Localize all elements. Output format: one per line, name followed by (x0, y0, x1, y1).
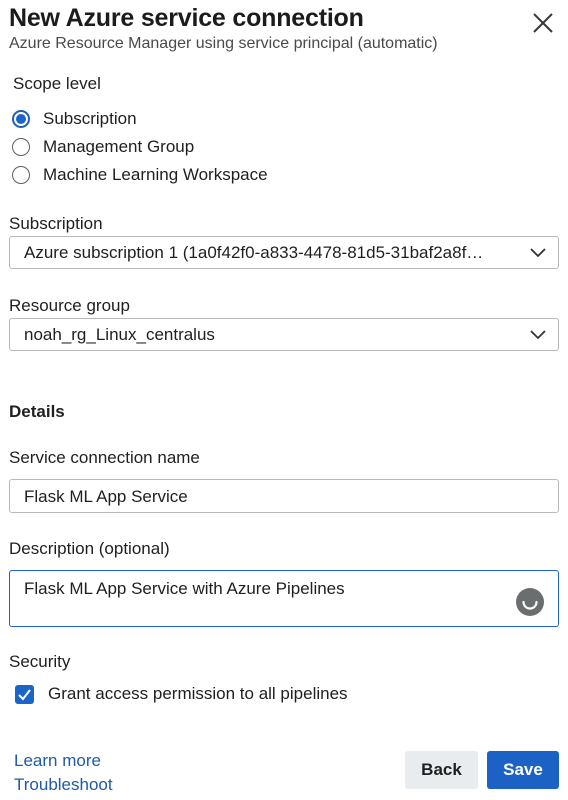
radio-management-group[interactable]: Management Group (12, 135, 194, 159)
troubleshoot-link[interactable]: Troubleshoot (14, 775, 113, 795)
checkmark-icon (18, 688, 31, 701)
service-connection-name-value: Flask ML App Service (24, 487, 188, 506)
service-connection-name-field[interactable]: Flask ML App Service (9, 479, 559, 513)
dialog-subtitle: Azure Resource Manager using service pri… (9, 35, 438, 52)
save-button[interactable]: Save (487, 751, 559, 789)
close-icon (533, 13, 553, 33)
radio-label-management-group: Management Group (43, 137, 195, 156)
chevron-down-icon (530, 248, 546, 258)
radio-ml-workspace[interactable]: Machine Learning Workspace (12, 163, 268, 187)
radio-button[interactable] (12, 166, 30, 184)
loading-spinner-icon (516, 588, 544, 616)
service-connection-panel: New Azure service connection Azure Resou… (0, 0, 568, 800)
radio-label-subscription: Subscription (43, 109, 137, 128)
radio-button-checked[interactable] (12, 110, 30, 128)
description-value: Flask ML App Service with Azure Pipeline… (24, 579, 345, 598)
resource-group-dropdown[interactable]: noah_rg_Linux_centralus (9, 318, 559, 351)
resource-group-value: noah_rg_Linux_centralus (24, 325, 215, 344)
grant-access-label: Grant access permission to all pipelines (48, 684, 348, 703)
scope-level-label: Scope level (13, 74, 101, 93)
subscription-value: Azure subscription 1 (1a0f42f0-a833-4478… (24, 243, 484, 262)
chevron-down-icon (530, 330, 546, 340)
security-label: Security (9, 652, 71, 671)
description-field[interactable]: Flask ML App Service with Azure Pipeline… (9, 570, 559, 627)
radio-button[interactable] (12, 138, 30, 156)
resource-group-label: Resource group (9, 296, 130, 315)
service-connection-name-label: Service connection name (9, 448, 200, 467)
grant-access-checkbox-row[interactable]: Grant access permission to all pipelines (15, 684, 348, 704)
radio-subscription[interactable]: Subscription (12, 107, 137, 131)
details-heading: Details (9, 402, 65, 421)
radio-label-ml-workspace: Machine Learning Workspace (43, 165, 268, 184)
subscription-dropdown[interactable]: Azure subscription 1 (1a0f42f0-a833-4478… (9, 236, 559, 269)
close-button[interactable] (530, 10, 556, 36)
description-label: Description (optional) (9, 539, 170, 558)
back-button[interactable]: Back (405, 751, 478, 789)
grant-access-checkbox[interactable] (15, 684, 34, 704)
learn-more-link[interactable]: Learn more (14, 751, 101, 771)
subscription-label: Subscription (9, 214, 103, 233)
dialog-title: New Azure service connection (9, 4, 364, 32)
